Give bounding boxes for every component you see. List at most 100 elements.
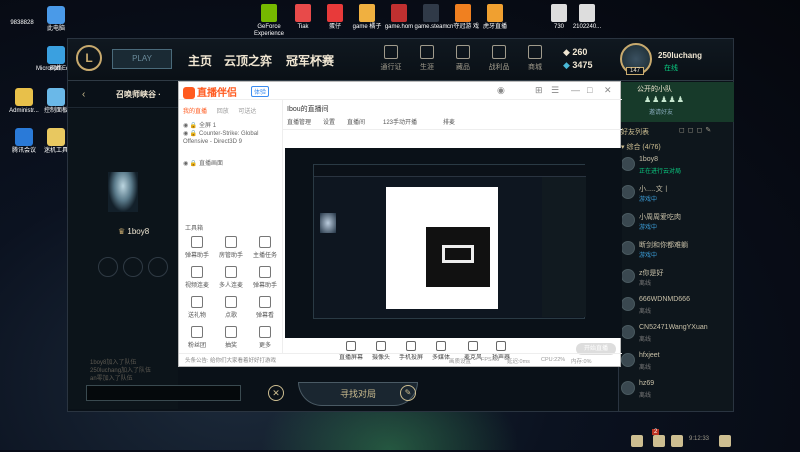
tab-my-stream[interactable]: 我的直播 [183,109,207,115]
friends-group[interactable]: ▾ 综合 (4/76) [621,142,661,152]
minimize-icon[interactable]: — [571,85,580,95]
desktop-icon[interactable]: 此电脑 [34,6,78,33]
nav-home[interactable]: 主页 [188,52,212,69]
desktop-icon[interactable]: 蛋仔 [318,4,352,31]
mic-icon[interactable] [671,435,683,447]
tab-deliver[interactable]: 可送达 [238,109,256,115]
friend-item[interactable]: CN52471WangYXuan 离线 [619,322,734,344]
friend-avatar [621,381,635,395]
friend-item[interactable]: 断剑和你都难躺 游戏中 [619,238,734,260]
friends-title: 好友列表 [621,129,649,136]
scene-item[interactable]: ◉ 🔒 Counter-Strike: Global Offensive - D… [183,130,279,146]
nav-pass[interactable]: 通行证 [376,45,406,72]
header-item[interactable]: 直播间 [347,117,365,126]
tool-button[interactable]: 点歌 [217,296,245,319]
tool-button[interactable]: 主播任务 [251,236,279,259]
tool-button[interactable]: 粉丝团 [183,326,211,349]
chat-input[interactable] [86,385,241,401]
desktop-icon[interactable]: game.steam [414,4,448,31]
screen-icon [346,341,356,351]
friend-item[interactable]: 小.....文丨 游戏中 [619,182,734,204]
slot-circle[interactable] [123,257,143,277]
friend-status: 离线 [639,309,652,315]
desktop-icon[interactable]: 虎牙直播 [478,4,512,31]
header-item[interactable]: 设置 [323,117,335,126]
app-icon [15,128,33,146]
friend-item[interactable]: hfxjeet 离线 [619,350,734,372]
play-button[interactable]: PLAY [112,49,172,69]
tool-button[interactable]: 更多 [251,326,279,349]
loot-icon [492,45,506,59]
scene-item[interactable]: ◉ 🔒 直播画面 [183,158,223,167]
stream-header: Ibou的直播间 直播管理 设置 直播间 123手动开播 排麦 [283,100,622,130]
nav-collection[interactable]: 藏品 [448,45,478,72]
tool-button[interactable]: 弹幕助手 [251,266,279,289]
friend-status: 游戏中 [639,197,658,203]
header-item[interactable]: 直播管理 [287,117,311,126]
nav-profile[interactable]: 生涯 [412,45,442,72]
desktop-icon[interactable]: cn夺冠游 戏 [446,4,480,31]
avatar-icon[interactable]: ◉ [497,85,505,96]
media-icon [436,341,446,351]
friend-name: 1boy8 [639,156,659,163]
friends-tools[interactable]: ◻◻◻✎ [679,126,714,134]
friend-status: 离线 [639,281,652,287]
desktop-icon[interactable]: 2102240... [570,4,604,31]
slot-circle[interactable] [148,257,168,277]
friend-item[interactable]: z你是好 离线 [619,266,734,288]
settings-icon[interactable] [719,435,731,447]
league-logo[interactable]: L [76,45,102,71]
chat-icon[interactable] [631,435,643,447]
friend-item[interactable]: 1boy8 正在进行云对局 [619,154,734,176]
desktop-icon[interactable]: game.hom [382,4,416,31]
nav-loot[interactable]: 战利品 [484,45,514,72]
nav-tft[interactable]: 云顶之弈 [224,52,272,69]
tool-icon [191,236,203,248]
skin-icon[interactable]: ⊞ [535,85,543,96]
chat-line: 250luchang加入了队伍 [90,368,152,374]
tab-replay[interactable]: 回放 [217,109,229,115]
app-icon [47,88,65,106]
maximize-icon[interactable]: □ [587,85,592,95]
header-item[interactable]: 排麦 [443,117,455,126]
tool-button[interactable]: 送礼物 [183,296,211,319]
friends-bottom-bar: 2 9:12:33 [619,429,734,452]
friend-name: 断剑和你都难躺 [639,242,688,249]
desktop-icon[interactable]: Tiak [286,4,320,31]
friend-item[interactable]: 小周周爱吃肉 游戏中 [619,210,734,232]
desktop-icon[interactable]: game 橘子 [350,4,384,31]
level-badge: 147 [626,67,645,75]
scene-item[interactable]: ◉ 🔒 全屏 1 [183,120,216,129]
nested-stream-window [386,187,498,309]
friend-avatar [621,269,635,283]
nested-topbar [314,165,586,177]
invite-link[interactable]: 邀请好友 [649,107,673,116]
nav-store[interactable]: 商城 [520,45,550,72]
slot-circle[interactable] [98,257,118,277]
tool-button[interactable]: 抽奖 [217,326,245,349]
friend-item[interactable]: hz69 离线 [619,378,734,400]
camera-icon [376,341,386,351]
tool-button[interactable]: 弹幕看 [251,296,279,319]
chat-line: 1boy8加入了队伍 [90,360,137,366]
tool-button[interactable]: 房管助手 [217,236,245,259]
friend-avatar [621,325,635,339]
close-icon[interactable]: ✕ [604,85,612,96]
edit-button[interactable]: ✎ [400,385,416,401]
close-button[interactable]: ✕ [268,385,284,401]
summoner-status[interactable]: 在线 [664,63,678,73]
header-item[interactable]: 123手动开播 [383,117,417,126]
desktop-icon[interactable]: GeForce Experience [252,4,286,38]
back-arrow-icon[interactable]: ‹ [82,89,85,100]
tool-button[interactable]: 弹幕助手 [183,236,211,259]
menu-icon[interactable]: ☰ [551,85,559,96]
tool-button[interactable]: 视频连麦 [183,266,211,289]
nav-clash[interactable]: 冠军杯赛 [286,52,334,69]
app-icon [295,4,311,22]
tool-icon [191,326,203,338]
mission-icon[interactable] [653,435,665,447]
speaker-icon [496,341,506,351]
tool-icon [259,266,271,278]
friend-item[interactable]: 666WDNMD666 离线 [619,294,734,316]
tool-button[interactable]: 多人连麦 [217,266,245,289]
